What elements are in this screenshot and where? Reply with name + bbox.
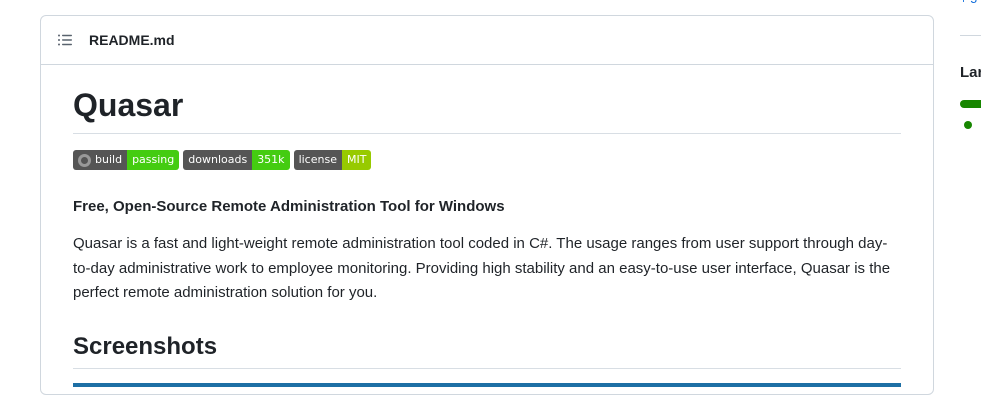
badge-row: build passing downloads 351k license MIT (73, 150, 901, 170)
readme-header: README.md (41, 16, 933, 65)
screenshot-image (73, 382, 901, 387)
description: Quasar is a fast and light-weight remote… (73, 235, 891, 301)
readme-content: Quasar build passing downloads 351k lice… (41, 85, 933, 387)
badge-value: MIT (341, 150, 372, 170)
outline-list-icon[interactable] (57, 32, 73, 48)
readme-panel: README.md Quasar build passing downloads… (40, 15, 934, 395)
build-badge[interactable]: build passing (73, 150, 180, 170)
readme-title: Quasar (73, 85, 901, 134)
github-icon (78, 153, 91, 167)
license-badge[interactable]: license MIT (293, 150, 372, 170)
sidebar-divider (960, 35, 981, 36)
tagline: Free, Open-Source Remote Administration … (73, 198, 505, 215)
language-bar (960, 100, 981, 108)
badge-label: downloads (183, 150, 253, 170)
screenshots-heading: Screenshots (73, 332, 901, 369)
badge-label: build (95, 153, 123, 166)
badge-value: passing (127, 150, 180, 170)
badge-value: 351k (252, 150, 290, 170)
badge-label: license (293, 150, 342, 170)
readme-filename: README.md (89, 32, 175, 48)
language-dot (964, 121, 972, 129)
languages-heading: Lar (960, 64, 981, 81)
downloads-badge[interactable]: downloads 351k (183, 150, 290, 170)
contributors-more-link[interactable]: + 5 (960, 0, 977, 6)
